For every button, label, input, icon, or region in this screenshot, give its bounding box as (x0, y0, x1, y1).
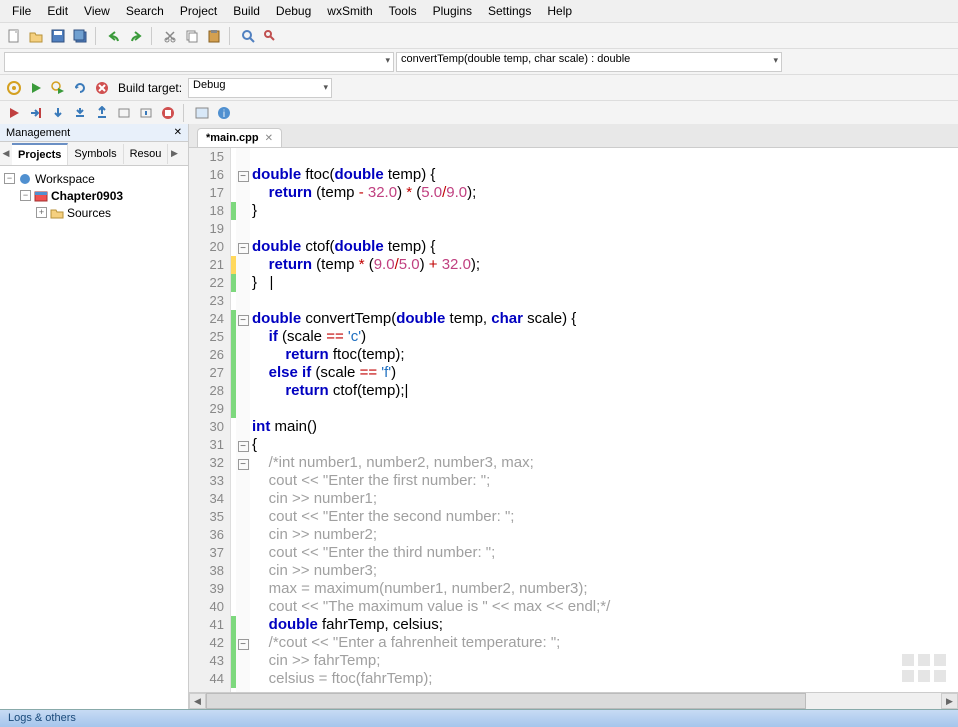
management-tabs: ◀ Projects Symbols Resou ▶ (0, 142, 188, 166)
build-target-label: Build target: (118, 81, 182, 95)
abort-icon[interactable] (92, 78, 112, 98)
tree-project[interactable]: − Chapter0903 (4, 187, 184, 204)
next-instr-icon[interactable] (114, 103, 134, 123)
find-replace-icon[interactable] (260, 26, 280, 46)
menu-tools[interactable]: Tools (381, 1, 425, 21)
tab-scroll-right-icon[interactable]: ▶ (168, 148, 180, 159)
menubar: FileEditViewSearchProjectBuildDebugwxSmi… (0, 0, 958, 22)
scroll-thumb[interactable] (206, 693, 806, 709)
undo-icon[interactable] (104, 26, 124, 46)
tree-label: Sources (67, 206, 111, 220)
save-all-icon[interactable] (70, 26, 90, 46)
paste-icon[interactable] (204, 26, 224, 46)
scroll-track[interactable] (206, 693, 941, 709)
separator (229, 27, 233, 45)
next-line-icon[interactable] (48, 103, 68, 123)
menu-search[interactable]: Search (118, 1, 172, 21)
step-into-icon[interactable] (70, 103, 90, 123)
project-tree[interactable]: − Workspace − Chapter0903 + Sources (0, 166, 188, 709)
scroll-left-icon[interactable]: ◀ (189, 693, 206, 709)
menu-file[interactable]: File (4, 1, 39, 21)
debug-windows-icon[interactable] (192, 103, 212, 123)
svg-text:i: i (223, 109, 225, 120)
open-file-icon[interactable] (26, 26, 46, 46)
build-run-icon[interactable] (48, 78, 68, 98)
separator (95, 27, 99, 45)
code-content[interactable]: double ftoc(double temp) { return (temp … (250, 148, 958, 692)
management-title: Management (6, 127, 70, 139)
tree-workspace[interactable]: − Workspace (4, 170, 184, 187)
toolbar-debug: i (0, 100, 958, 124)
info-icon[interactable]: i (214, 103, 234, 123)
workspace-icon (18, 172, 32, 186)
menu-help[interactable]: Help (539, 1, 580, 21)
scroll-right-icon[interactable]: ▶ (941, 693, 958, 709)
tree-label: Chapter0903 (51, 189, 123, 203)
menu-edit[interactable]: Edit (39, 1, 76, 21)
copy-icon[interactable] (182, 26, 202, 46)
build-target-select[interactable]: Debug (188, 78, 332, 98)
menu-plugins[interactable]: Plugins (425, 1, 480, 21)
menu-view[interactable]: View (76, 1, 118, 21)
separator (151, 27, 155, 45)
editor-tab-title: *main.cpp (206, 132, 259, 144)
tab-symbols[interactable]: Symbols (68, 144, 123, 164)
menu-wxsmith[interactable]: wxSmith (319, 1, 380, 21)
build-icon[interactable] (4, 78, 24, 98)
menu-build[interactable]: Build (225, 1, 268, 21)
separator (183, 104, 187, 122)
debug-stop-icon[interactable] (158, 103, 178, 123)
rebuild-icon[interactable] (70, 78, 90, 98)
redo-icon[interactable] (126, 26, 146, 46)
fold-gutter[interactable]: −−−−−− (236, 148, 250, 692)
horizontal-scrollbar[interactable]: ◀ ▶ (189, 692, 958, 709)
toolbar-build: Build target: Debug (0, 74, 958, 100)
tree-label: Workspace (35, 172, 95, 186)
management-panel: Management ✕ ◀ Projects Symbols Resou ▶ … (0, 124, 189, 709)
find-icon[interactable] (238, 26, 258, 46)
function-dropdown[interactable]: convertTemp(double temp, char scale) : d… (396, 52, 782, 72)
new-file-icon[interactable] (4, 26, 24, 46)
run-to-cursor-icon[interactable] (26, 103, 46, 123)
tab-scroll-left-icon[interactable]: ◀ (0, 148, 12, 159)
tree-toggle-icon[interactable]: + (36, 207, 47, 218)
scope-dropdown[interactable] (4, 52, 394, 72)
main-area: Management ✕ ◀ Projects Symbols Resou ▶ … (0, 124, 958, 709)
management-close-icon[interactable]: ✕ (174, 127, 182, 138)
tab-resources[interactable]: Resou (124, 144, 169, 164)
debug-start-icon[interactable] (4, 103, 24, 123)
menu-settings[interactable]: Settings (480, 1, 539, 21)
tab-projects[interactable]: Projects (12, 143, 68, 165)
project-icon (34, 189, 48, 203)
toolbar-functions: convertTemp(double temp, char scale) : d… (0, 48, 958, 74)
step-into-instr-icon[interactable] (136, 103, 156, 123)
management-title-bar: Management ✕ (0, 124, 188, 142)
editor-area: *main.cpp ✕ 1516171819202122232425262728… (189, 124, 958, 709)
code-editor[interactable]: 1516171819202122232425262728293031323334… (189, 148, 958, 692)
toolbar-main (0, 22, 958, 48)
menu-project[interactable]: Project (172, 1, 225, 21)
editor-tabs: *main.cpp ✕ (189, 124, 958, 148)
editor-tab-main[interactable]: *main.cpp ✕ (197, 128, 282, 147)
tree-toggle-icon[interactable]: − (20, 190, 31, 201)
logs-bar[interactable]: Logs & others (0, 709, 958, 727)
cut-icon[interactable] (160, 26, 180, 46)
menu-debug[interactable]: Debug (268, 1, 319, 21)
save-icon[interactable] (48, 26, 68, 46)
watermark-icon (900, 652, 950, 692)
folder-icon (50, 206, 64, 220)
run-icon[interactable] (26, 78, 46, 98)
tree-folder[interactable]: + Sources (4, 204, 184, 221)
line-number-gutter: 1516171819202122232425262728293031323334… (189, 148, 231, 692)
tree-toggle-icon[interactable]: − (4, 173, 15, 184)
editor-tab-close-icon[interactable]: ✕ (265, 133, 273, 144)
step-out-icon[interactable] (92, 103, 112, 123)
